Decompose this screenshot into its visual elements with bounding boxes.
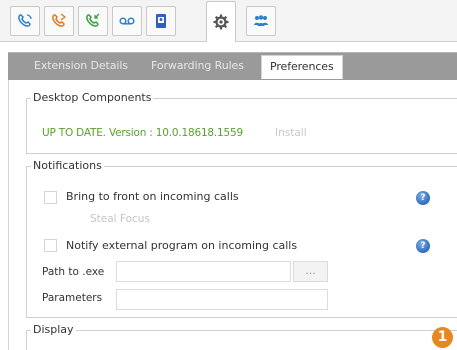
notify-external-checkbox[interactable] (44, 239, 57, 252)
steal-focus-option: Steal Focus (90, 213, 150, 225)
bring-to-front-label: Bring to front on incoming calls (66, 190, 239, 203)
parameters-input[interactable] (116, 289, 328, 310)
phone-icon (18, 14, 32, 27)
tab-extension-details[interactable]: Extension Details (34, 59, 128, 72)
tab-incoming[interactable] (78, 6, 108, 36)
tab-voicemail[interactable] (112, 6, 142, 36)
tab-settings[interactable] (206, 1, 236, 42)
display-group: Display (26, 323, 457, 350)
tab-contacts[interactable] (146, 6, 176, 36)
version-status: UP TO DATE. Version : 10.0.18618.1559 (42, 127, 243, 139)
notifications-legend: Notifications (31, 159, 104, 172)
tab-group[interactable] (246, 6, 276, 36)
desktop-components-legend: Desktop Components (31, 91, 154, 104)
path-input[interactable] (116, 261, 291, 282)
phone-forward-icon (52, 13, 67, 27)
contacts-book-icon (156, 14, 166, 28)
phone-incoming-icon (86, 13, 100, 27)
parameters-label: Parameters (42, 292, 103, 304)
subtab-bar: Extension Details Forwarding Rules Prefe… (8, 52, 457, 80)
display-legend: Display (31, 323, 76, 336)
icon-tab-bar (0, 0, 457, 42)
install-link[interactable]: Install (275, 127, 307, 139)
path-label: Path to .exe (42, 266, 105, 278)
tab-phone[interactable] (10, 6, 40, 36)
browse-button[interactable]: ... (293, 261, 328, 282)
step-number-badge: 1 (432, 327, 453, 348)
gear-icon (213, 14, 229, 29)
tab-forwarding[interactable] (44, 6, 74, 36)
tab-preferences[interactable]: Preferences (261, 55, 343, 79)
help-icon[interactable]: ? (416, 191, 430, 205)
tab-forwarding-rules[interactable]: Forwarding Rules (151, 59, 244, 72)
voicemail-icon (119, 17, 135, 25)
desktop-components-group: Desktop Components (26, 91, 457, 154)
bring-to-front-checkbox[interactable] (44, 191, 57, 204)
notify-external-label: Notify external program on incoming call… (66, 239, 298, 252)
group-icon (254, 15, 268, 26)
help-icon[interactable]: ? (416, 239, 430, 253)
